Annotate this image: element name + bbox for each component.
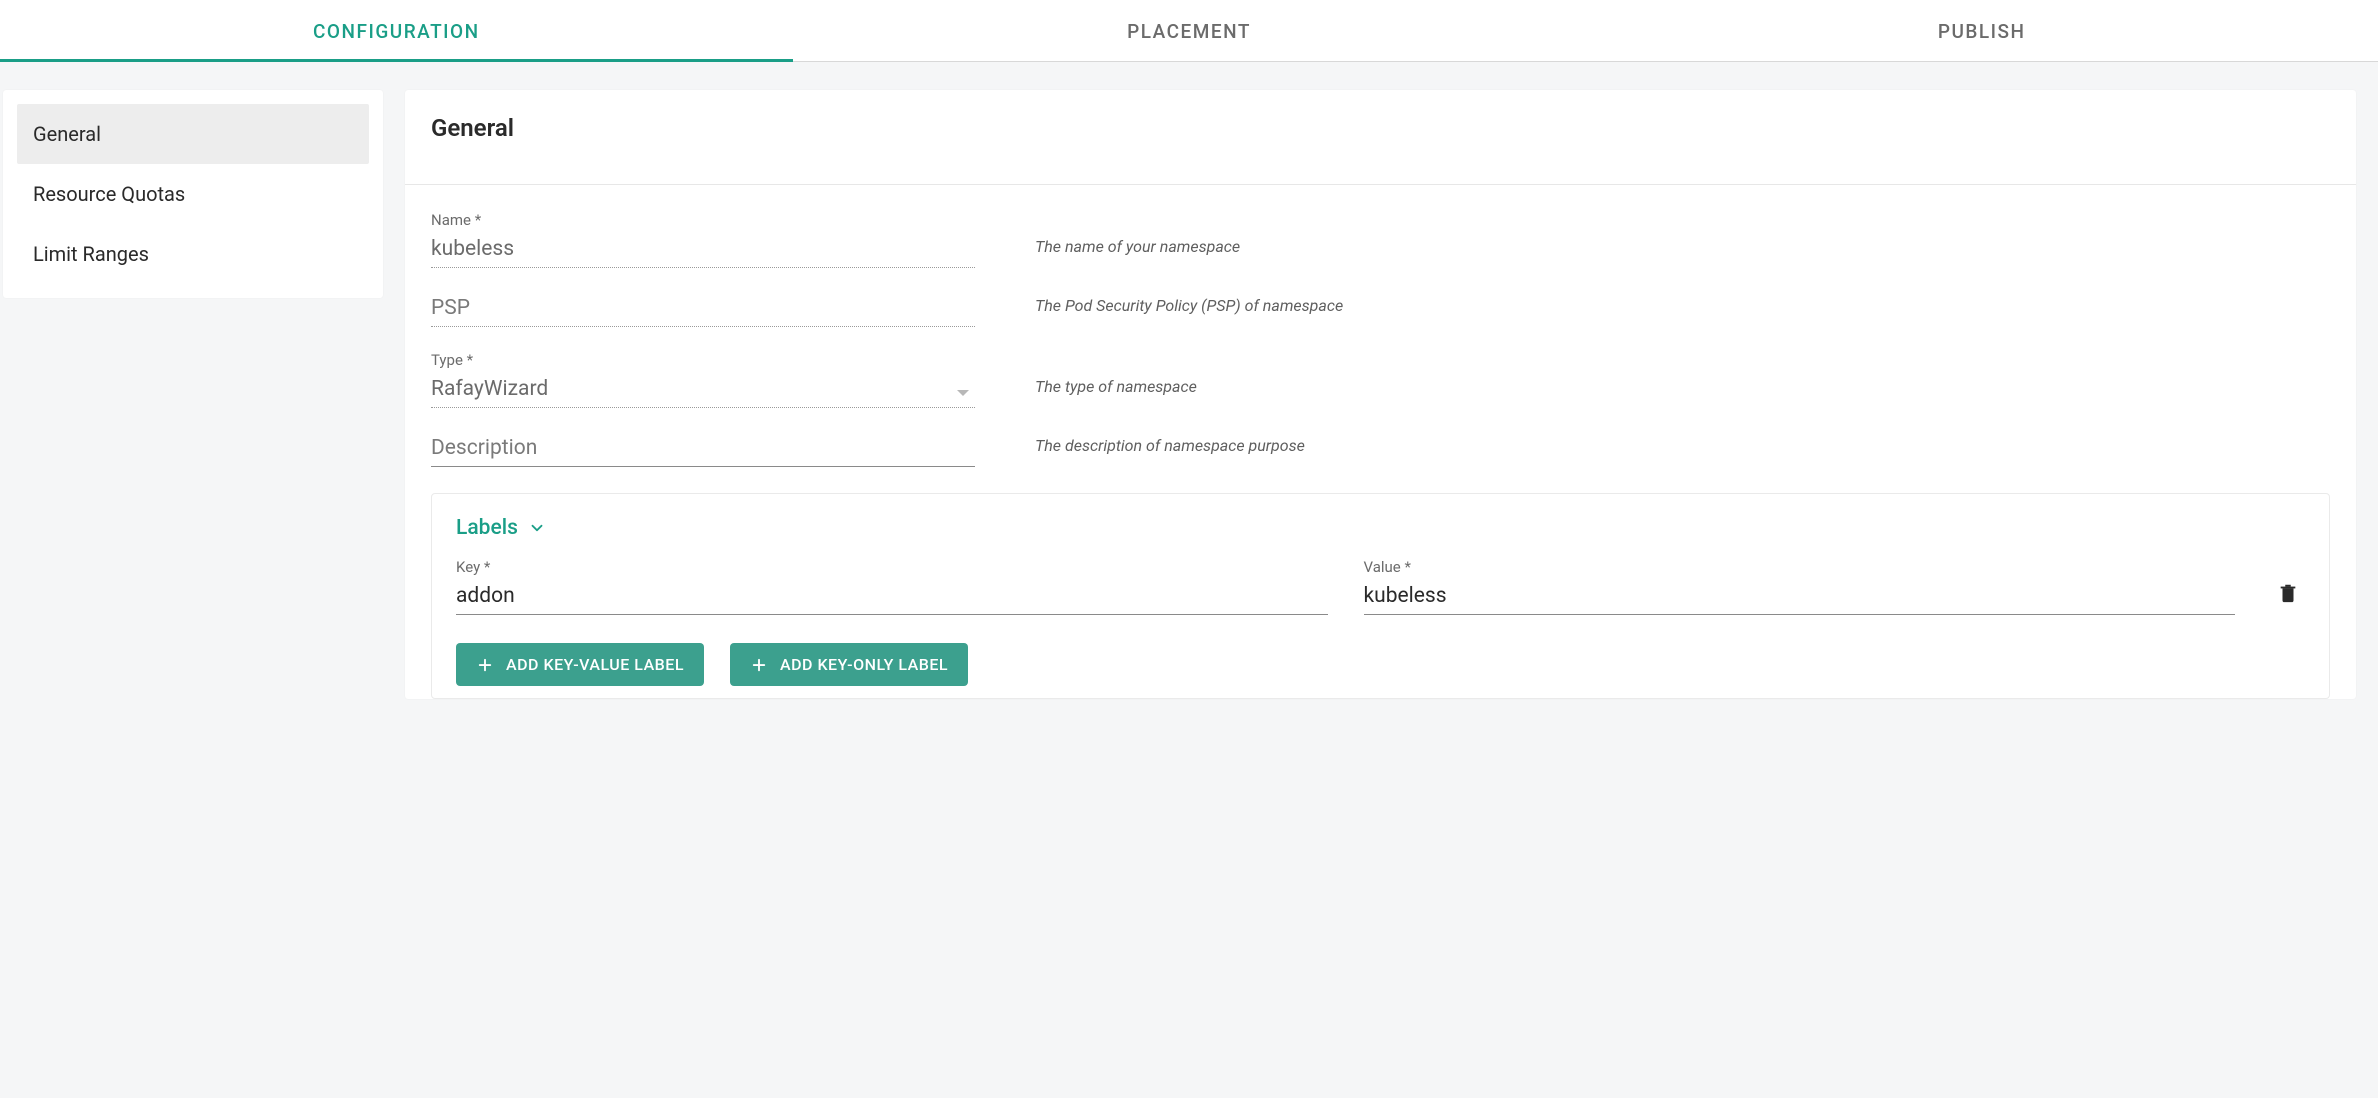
type-help: The type of namespace — [1035, 377, 2330, 408]
add-ko-label-text: ADD KEY-ONLY LABEL — [780, 655, 948, 674]
psp-field[interactable] — [431, 292, 975, 327]
psp-help: The Pod Security Policy (PSP) of namespa… — [1035, 296, 2330, 327]
trash-icon — [2277, 581, 2299, 605]
tab-publish[interactable]: PUBLISH — [1585, 0, 2378, 61]
add-key-value-label-button[interactable]: ADD KEY-VALUE LABEL — [456, 643, 704, 686]
label-value-label: Value * — [1364, 558, 2236, 576]
name-field[interactable] — [431, 233, 975, 268]
tab-placement[interactable]: PLACEMENT — [793, 0, 1586, 61]
page-title: General — [431, 114, 2330, 142]
labels-title: Labels — [456, 516, 518, 540]
type-label: Type * — [431, 351, 975, 369]
type-select[interactable]: RafayWizard — [431, 373, 975, 408]
labels-card: Labels Key * Value * — [431, 493, 2330, 699]
tab-configuration[interactable]: CONFIGURATION — [0, 0, 793, 61]
description-field[interactable] — [431, 432, 975, 467]
sidebar: General Resource Quotas Limit Ranges — [3, 90, 383, 298]
delete-label-button[interactable] — [2271, 581, 2305, 611]
sidebar-item-resource-quotas[interactable]: Resource Quotas — [17, 164, 369, 224]
add-kv-label-text: ADD KEY-VALUE LABEL — [506, 655, 684, 674]
description-help: The description of namespace purpose — [1035, 436, 2330, 467]
name-help: The name of your namespace — [1035, 237, 2330, 268]
top-tabs: CONFIGURATION PLACEMENT PUBLISH — [0, 0, 2378, 62]
sidebar-item-limit-ranges[interactable]: Limit Ranges — [17, 224, 369, 284]
label-value-input[interactable] — [1364, 580, 2236, 615]
label-key-input[interactable] — [456, 580, 1328, 615]
chevron-down-icon — [528, 519, 546, 537]
add-key-only-label-button[interactable]: ADD KEY-ONLY LABEL — [730, 643, 968, 686]
plus-icon — [750, 656, 768, 674]
name-label: Name * — [431, 211, 975, 229]
plus-icon — [476, 656, 494, 674]
labels-toggle[interactable]: Labels — [456, 516, 2305, 540]
label-key-label: Key * — [456, 558, 1328, 576]
sidebar-item-general[interactable]: General — [17, 104, 369, 164]
label-row: Key * Value * — [456, 558, 2305, 615]
main-panel: General Name * The name of your namespac… — [405, 90, 2356, 699]
